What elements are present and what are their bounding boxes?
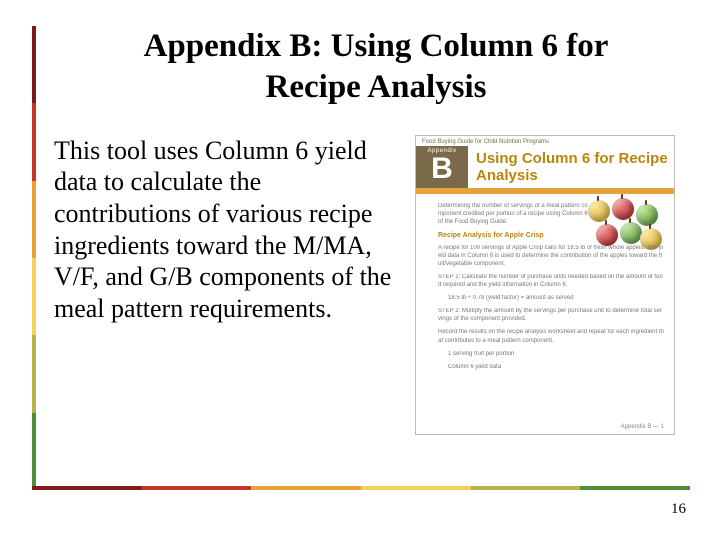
page-number: 16 xyxy=(671,501,686,518)
accent-vertical xyxy=(32,26,36,490)
thumb-text: STEP 2: Multiply the amount by the servi… xyxy=(438,307,664,323)
thumb-text: Column 6 yield data xyxy=(448,363,664,371)
slide: Appendix B: Using Column 6 for Recipe An… xyxy=(0,0,720,540)
thumb-text: Record the results on the recipe analysi… xyxy=(438,328,664,344)
thumb-body: Determining the number of servings of a … xyxy=(416,194,674,382)
thumb-text: Determining the number of servings of a … xyxy=(438,202,588,226)
thumb-header: Appendix B Using Column 6 for Recipe Ana… xyxy=(416,146,674,195)
thumb-footer: Appendix B — 1 xyxy=(621,424,664,430)
thumb-text: 18.5 lb ÷ 0.78 (yield factor) = amount a… xyxy=(448,294,664,302)
body-text: This tool uses Column 6 yield data to ca… xyxy=(54,135,399,325)
thumb-title: Using Column 6 for Recipe Analysis xyxy=(468,146,674,189)
accent-horizontal xyxy=(32,486,690,490)
appendix-badge: Appendix B xyxy=(416,146,468,189)
thumb-text: A recipe for 100 servings of Apple Crisp… xyxy=(438,244,664,268)
content-row: This tool uses Column 6 yield data to ca… xyxy=(54,135,690,435)
thumb-text: 1 serving fruit per portion xyxy=(448,350,664,358)
thumb-top-caption: Food Buying Guide for Child Nutrition Pr… xyxy=(416,136,674,146)
appendix-page-thumbnail: Food Buying Guide for Child Nutrition Pr… xyxy=(415,135,675,435)
slide-title: Appendix B: Using Column 6 for Recipe An… xyxy=(96,26,656,109)
thumb-text: STEP 1: Calculate the number of purchase… xyxy=(438,273,664,289)
badge-letter: B xyxy=(416,154,468,184)
